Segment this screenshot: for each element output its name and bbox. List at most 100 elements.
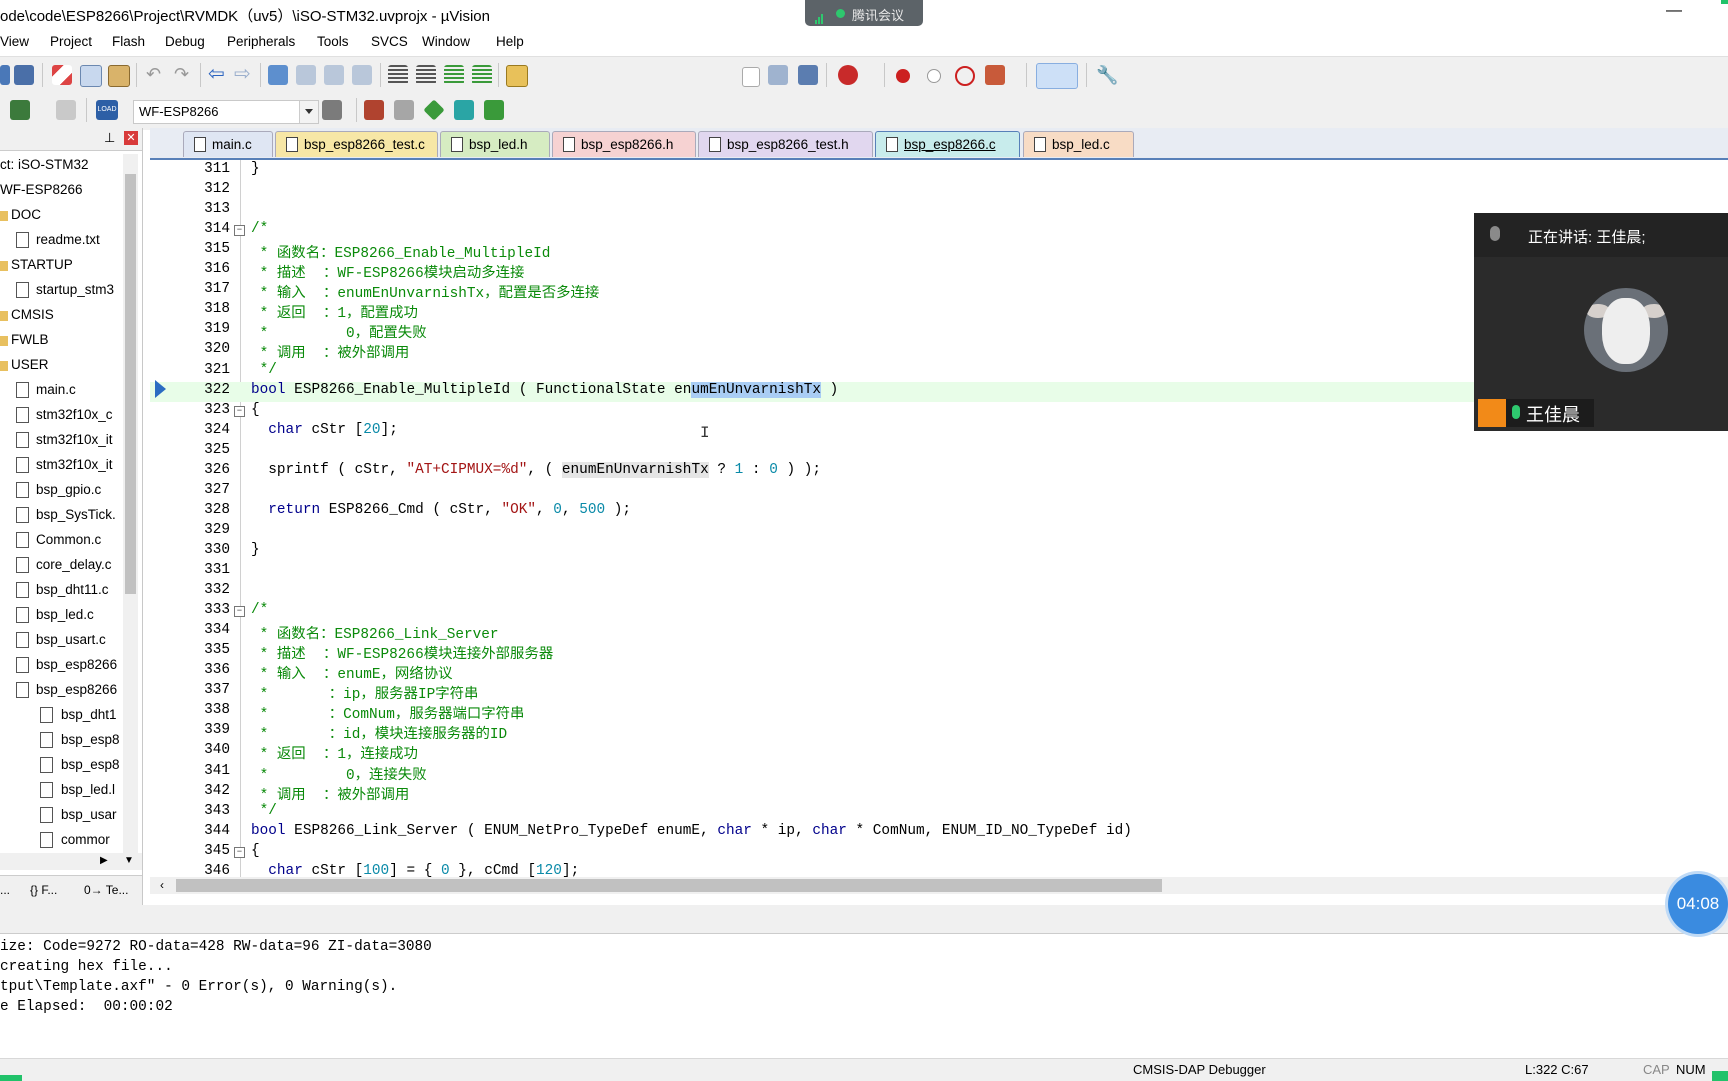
menu-tools[interactable]: Tools <box>317 34 349 49</box>
tab-functions[interactable]: {} F... <box>30 883 57 897</box>
tree-item[interactable]: DOC <box>11 207 41 222</box>
open-folder-icon[interactable] <box>506 65 528 87</box>
editor-hscroll-thumb[interactable] <box>176 879 1162 892</box>
options-icon[interactable] <box>322 100 342 120</box>
back-icon[interactable]: ⇦ <box>208 64 228 85</box>
breakpoint-icon[interactable] <box>896 69 910 83</box>
tree-item[interactable]: main.c <box>36 382 76 397</box>
prev-bookmark-icon[interactable] <box>296 65 316 85</box>
redo-icon[interactable]: ↷ <box>174 65 194 85</box>
fold-toggle-icon[interactable]: − <box>234 406 245 417</box>
tree-item[interactable]: bsp_usar <box>61 807 117 822</box>
menu-flash[interactable]: Flash <box>112 34 145 49</box>
tree-item[interactable]: bsp_esp8 <box>61 757 120 772</box>
find-in-files-icon[interactable] <box>798 65 818 85</box>
project-hscrollbar[interactable]: ▶ ▼ <box>0 853 142 870</box>
kill-breakpoints-icon[interactable] <box>955 66 975 86</box>
fold-toggle-icon[interactable]: − <box>234 847 245 858</box>
menu-svcs[interactable]: SVCS <box>371 34 408 49</box>
meeting-indicator[interactable]: 腾讯会议 <box>805 0 923 26</box>
tree-item[interactable]: core_delay.c <box>36 557 112 572</box>
indent-icon[interactable] <box>388 65 408 85</box>
tree-item[interactable]: bsp_led.l <box>61 782 115 797</box>
tree-item[interactable]: commor <box>61 832 110 847</box>
tree-item[interactable]: bsp_esp8 <box>61 732 120 747</box>
save-all-icon[interactable] <box>14 65 34 85</box>
tree-item[interactable]: bsp_esp8266 <box>36 682 117 697</box>
menu-help[interactable]: Help <box>496 34 524 49</box>
tree-item[interactable]: stm32f10x_it <box>36 432 113 447</box>
tree-item[interactable]: STARTUP <box>11 257 73 272</box>
manage-components-icon[interactable] <box>364 100 384 120</box>
recording-timer[interactable]: 04:08 <box>1668 874 1728 934</box>
scroll-right-icon[interactable]: ▶ <box>100 855 108 866</box>
tree-item[interactable]: stm32f10x_c <box>36 407 113 422</box>
fold-toggle-icon[interactable]: − <box>234 225 245 236</box>
editor-tab[interactable]: bsp_esp8266.h <box>552 131 696 157</box>
fold-toggle-icon[interactable]: − <box>234 606 245 617</box>
copy-icon[interactable] <box>80 65 102 87</box>
window-layout-icon[interactable] <box>1036 63 1078 89</box>
disable-breakpoint-icon[interactable] <box>927 69 941 83</box>
tree-item[interactable]: bsp_esp8266 <box>36 657 117 672</box>
tree-item[interactable]: startup_stm3 <box>36 282 114 297</box>
menu-debug[interactable]: Debug <box>165 34 205 49</box>
tree-item[interactable]: ct: iSO-STM32 <box>0 157 89 172</box>
clear-bookmarks-icon[interactable] <box>352 65 372 85</box>
editor-tab[interactable]: bsp_esp8266_test.h <box>698 131 873 157</box>
editor-tab[interactable]: bsp_led.h <box>440 131 550 157</box>
project-scroll-thumb[interactable] <box>125 174 136 594</box>
save-icon[interactable] <box>0 65 10 85</box>
cut-icon[interactable] <box>52 65 72 85</box>
close-icon[interactable]: ✕ <box>124 131 138 145</box>
tree-item[interactable]: Common.c <box>36 532 101 547</box>
dropdown-icon[interactable] <box>742 67 760 87</box>
tree-item[interactable]: bsp_gpio.c <box>36 482 101 497</box>
bookmark-icon[interactable] <box>268 65 288 85</box>
download-icon[interactable]: LOAD <box>96 100 118 120</box>
next-bookmark-icon[interactable] <box>324 65 344 85</box>
select-packs-icon[interactable] <box>423 99 445 121</box>
unindent-icon[interactable] <box>416 65 436 85</box>
minimize-button[interactable]: — <box>1666 2 1682 20</box>
tree-item[interactable]: USER <box>11 357 49 372</box>
menu-peripherals[interactable]: Peripherals <box>227 34 295 49</box>
paste-icon[interactable] <box>108 65 130 87</box>
build-icon[interactable] <box>10 100 30 120</box>
undo-icon[interactable]: ↶ <box>146 65 166 85</box>
tree-item[interactable]: bsp_dht11.c <box>36 582 109 597</box>
chevron-down-icon[interactable] <box>299 101 318 123</box>
editor-tab[interactable]: main.c <box>183 131 273 157</box>
file-extensions-icon[interactable] <box>394 100 414 120</box>
tree-item[interactable]: bsp_dht1 <box>61 707 117 722</box>
tree-item[interactable]: stm32f10x_it <box>36 457 113 472</box>
tree-item[interactable]: bsp_SysTick. <box>36 507 116 522</box>
batch-build-icon[interactable] <box>56 100 76 120</box>
editor-tab[interactable]: bsp_esp8266_test.c <box>275 131 438 157</box>
target-select[interactable]: WF-ESP8266 <box>133 100 319 124</box>
scroll-down-icon[interactable]: ▼ <box>124 855 134 866</box>
editor-tab[interactable]: bsp_esp8266.c <box>875 131 1020 157</box>
pin-icon[interactable]: ⊥ <box>104 130 115 146</box>
comment-icon[interactable] <box>444 65 464 85</box>
tree-item[interactable]: readme.txt <box>36 232 100 247</box>
editor-tab[interactable]: bsp_led.c <box>1023 131 1134 157</box>
erase-breakpoints-icon[interactable] <box>985 65 1005 85</box>
menu-project[interactable]: Project <box>50 34 92 49</box>
tree-item[interactable]: CMSIS <box>11 307 54 322</box>
tab-templates[interactable]: 0→ Te... <box>84 883 128 897</box>
tree-item[interactable]: bsp_led.c <box>36 607 94 622</box>
build-output[interactable]: ize: Code=9272 RO-data=428 RW-data=96 ZI… <box>0 935 1728 1058</box>
tree-item[interactable]: bsp_usart.c <box>36 632 106 647</box>
configure-icon[interactable]: 🔧 <box>1096 65 1118 85</box>
pack-installer-icon[interactable] <box>454 100 474 120</box>
forward-icon[interactable]: ⇨ <box>234 64 254 85</box>
scroll-left-icon[interactable]: ‹ <box>160 878 164 892</box>
tree-item[interactable]: WF-ESP8266 <box>0 182 83 197</box>
menu-view[interactable]: View <box>0 34 29 49</box>
debug-session-icon[interactable] <box>838 65 858 85</box>
menu-window[interactable]: Window <box>422 34 470 49</box>
find-icon[interactable] <box>768 65 788 85</box>
uncomment-icon[interactable] <box>472 65 492 85</box>
rte-icon[interactable] <box>484 100 504 120</box>
